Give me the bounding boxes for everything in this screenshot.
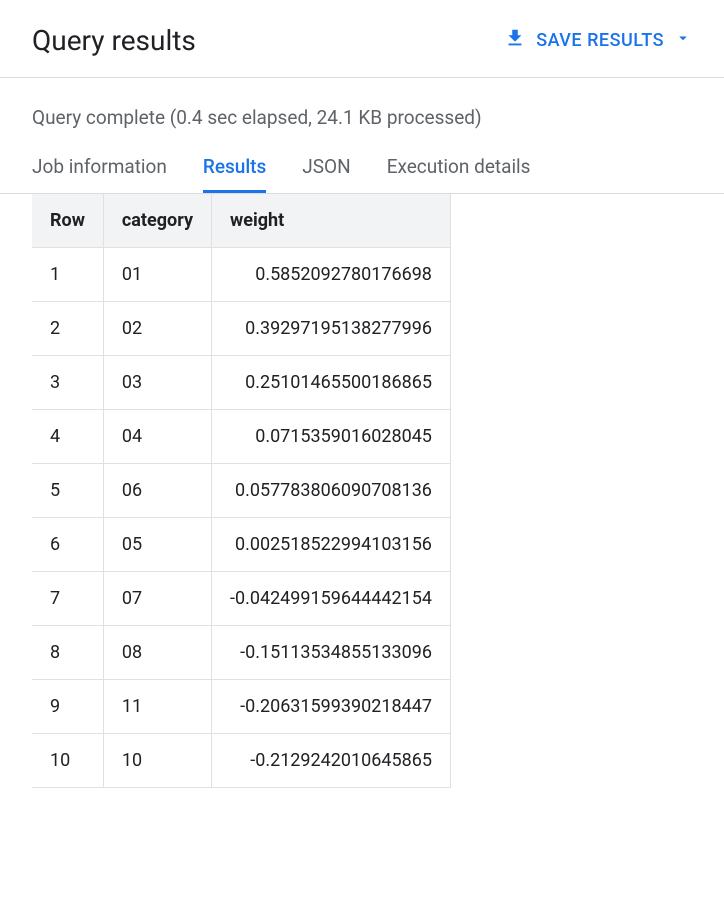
cell-weight: 0.057783806090708136 xyxy=(212,464,451,518)
table-row[interactable]: 1010.5852092780176698 xyxy=(32,248,450,302)
cell-row: 3 xyxy=(32,356,103,410)
tab-job-information[interactable]: Job information xyxy=(32,145,167,193)
cell-weight: -0.2129242010645865 xyxy=(212,734,451,788)
save-results-button[interactable]: SAVE RESULTS xyxy=(504,27,692,54)
cell-category: 01 xyxy=(103,248,211,302)
cell-category: 03 xyxy=(103,356,211,410)
column-header-category[interactable]: category xyxy=(103,194,211,248)
cell-row: 10 xyxy=(32,734,103,788)
page-title: Query results xyxy=(32,24,196,57)
cell-category: 04 xyxy=(103,410,211,464)
cell-weight: 0.25101465500186865 xyxy=(212,356,451,410)
table-row[interactable]: 2020.39297195138277996 xyxy=(32,302,450,356)
table-row[interactable]: 4040.0715359016028045 xyxy=(32,410,450,464)
cell-weight: 0.5852092780176698 xyxy=(212,248,451,302)
cell-row: 7 xyxy=(32,572,103,626)
column-header-row[interactable]: Row xyxy=(32,194,103,248)
cell-weight: 0.0715359016028045 xyxy=(212,410,451,464)
chevron-down-icon xyxy=(674,29,692,52)
cell-category: 10 xyxy=(103,734,211,788)
table-row[interactable]: 3030.25101465500186865 xyxy=(32,356,450,410)
cell-category: 08 xyxy=(103,626,211,680)
table-row[interactable]: 707-0.042499159644442154 xyxy=(32,572,450,626)
tab-execution-details[interactable]: Execution details xyxy=(387,145,531,193)
cell-category: 06 xyxy=(103,464,211,518)
query-status-text: Query complete (0.4 sec elapsed, 24.1 KB… xyxy=(0,78,724,145)
results-header: Query results SAVE RESULTS xyxy=(0,0,724,78)
results-table-container: Row category weight 1010.585209278017669… xyxy=(0,194,724,788)
cell-weight: 0.39297195138277996 xyxy=(212,302,451,356)
cell-weight: -0.042499159644442154 xyxy=(212,572,451,626)
tab-json[interactable]: JSON xyxy=(302,145,350,193)
results-tabs: Job information Results JSON Execution d… xyxy=(0,145,724,194)
cell-category: 02 xyxy=(103,302,211,356)
table-row[interactable]: 5060.057783806090708136 xyxy=(32,464,450,518)
cell-category: 07 xyxy=(103,572,211,626)
cell-weight: 0.002518522994103156 xyxy=(212,518,451,572)
save-results-label: SAVE RESULTS xyxy=(536,30,664,51)
cell-category: 05 xyxy=(103,518,211,572)
cell-category: 11 xyxy=(103,680,211,734)
cell-row: 8 xyxy=(32,626,103,680)
cell-row: 6 xyxy=(32,518,103,572)
cell-row: 5 xyxy=(32,464,103,518)
table-row[interactable]: 911-0.20631599390218447 xyxy=(32,680,450,734)
tab-results[interactable]: Results xyxy=(203,145,266,193)
results-table: Row category weight 1010.585209278017669… xyxy=(32,194,451,788)
download-icon xyxy=(504,27,526,54)
table-row[interactable]: 6050.002518522994103156 xyxy=(32,518,450,572)
cell-row: 4 xyxy=(32,410,103,464)
cell-row: 9 xyxy=(32,680,103,734)
column-header-weight[interactable]: weight xyxy=(212,194,451,248)
cell-row: 1 xyxy=(32,248,103,302)
cell-weight: -0.20631599390218447 xyxy=(212,680,451,734)
table-row[interactable]: 1010-0.2129242010645865 xyxy=(32,734,450,788)
cell-row: 2 xyxy=(32,302,103,356)
cell-weight: -0.15113534855133096 xyxy=(212,626,451,680)
table-row[interactable]: 808-0.15113534855133096 xyxy=(32,626,450,680)
